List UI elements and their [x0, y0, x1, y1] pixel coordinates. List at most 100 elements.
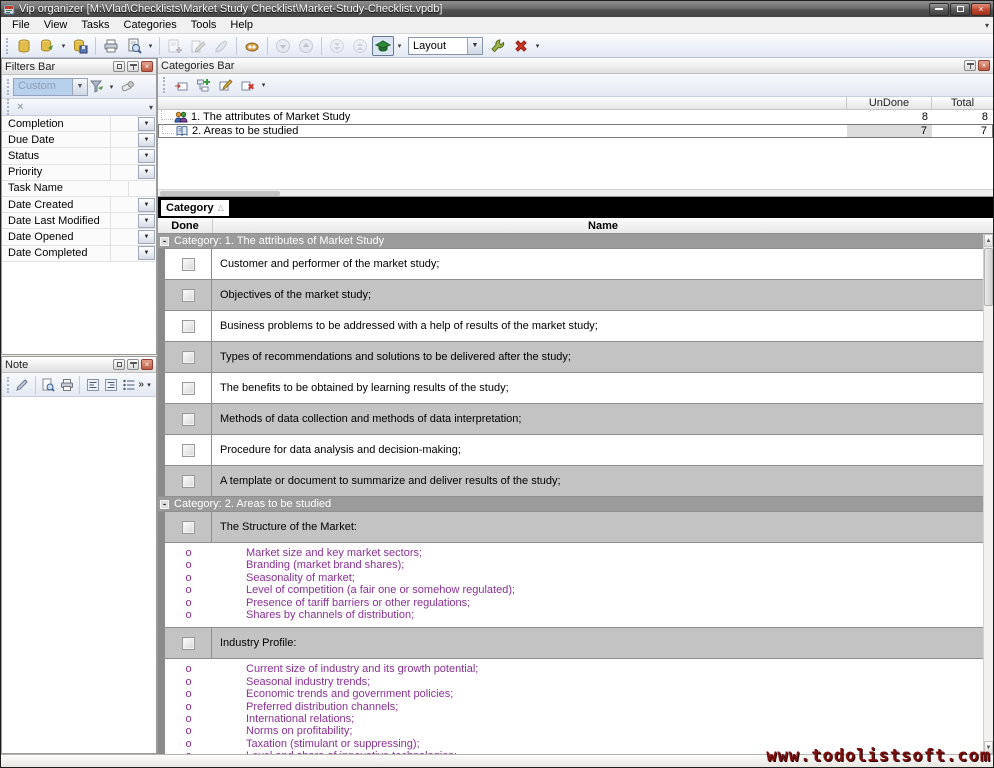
- save-database-button[interactable]: [69, 36, 91, 56]
- close-button[interactable]: ×: [971, 3, 991, 16]
- delete-layout-button[interactable]: [510, 36, 532, 56]
- categories-pin-button[interactable]: [964, 60, 976, 71]
- customize-layout-button[interactable]: [487, 36, 509, 56]
- apply-filter-button[interactable]: [88, 77, 107, 97]
- bullet-list-button[interactable]: [120, 375, 137, 395]
- task-checkbox[interactable]: [182, 444, 195, 457]
- task-row[interactable]: A template or document to summarize and …: [158, 466, 983, 497]
- clear-filter-button[interactable]: [116, 77, 138, 97]
- filter-dropdown-icon[interactable]: ▼: [138, 133, 155, 147]
- note-toolbar-overflow-icon[interactable]: »: [138, 379, 144, 390]
- restore-button[interactable]: [950, 3, 970, 16]
- task-row[interactable]: Customer and performer of the market stu…: [158, 249, 983, 280]
- menu-help[interactable]: Help: [223, 18, 260, 32]
- new-database-button[interactable]: [13, 36, 35, 56]
- task-row[interactable]: Procedure for data analysis and decision…: [158, 435, 983, 466]
- duplicate-task-button[interactable]: [210, 36, 232, 56]
- filter-dropdown-icon[interactable]: ▼: [138, 165, 155, 179]
- minimize-button[interactable]: [929, 3, 949, 16]
- task-row[interactable]: Objectives of the market study;: [158, 280, 983, 311]
- move-top-button[interactable]: [349, 36, 371, 56]
- task-checkbox[interactable]: [182, 289, 195, 302]
- group-by-category-button[interactable]: Category △: [161, 200, 229, 216]
- align-left-button[interactable]: [84, 375, 101, 395]
- new-category-button[interactable]: [171, 75, 191, 95]
- group-row-category-2[interactable]: - Category: 2. Areas to be studied: [158, 497, 983, 512]
- layout-combobox[interactable]: Layout ▼: [408, 37, 483, 55]
- menu-view[interactable]: View: [37, 18, 75, 32]
- open-database-button[interactable]: [36, 36, 58, 56]
- task-row[interactable]: The Structure of the Market:: [158, 512, 983, 543]
- task-row[interactable]: Industry Profile:: [158, 628, 983, 659]
- group-row-category-1[interactable]: - Category: 1. The attributes of Market …: [158, 234, 983, 249]
- task-checkbox[interactable]: [182, 320, 195, 333]
- layout-options-dropdown-icon[interactable]: ▾: [533, 42, 542, 50]
- task-checkbox[interactable]: [182, 351, 195, 364]
- filter-row-date-last-modified[interactable]: Date Last Modified ▼: [2, 213, 156, 229]
- filter-row-date-created[interactable]: Date Created ▼: [2, 197, 156, 213]
- new-subcategory-button[interactable]: [193, 75, 213, 95]
- filters-toolbar-options-icon[interactable]: ▾: [149, 103, 153, 112]
- filters-maximize-button[interactable]: [113, 61, 125, 72]
- edit-note-button[interactable]: [14, 375, 31, 395]
- layout-mode-dropdown-icon[interactable]: ▾: [395, 42, 404, 50]
- task-checkbox[interactable]: [182, 258, 195, 271]
- custom-filter-dropdown-icon[interactable]: ▼: [72, 79, 87, 95]
- menu-tools[interactable]: Tools: [184, 18, 224, 32]
- categories-toolbar-options-icon[interactable]: ▾: [259, 81, 268, 89]
- highlight-tasks-button[interactable]: [241, 36, 263, 56]
- filter-dropdown-icon[interactable]: ▼: [138, 117, 155, 131]
- print-dropdown-icon[interactable]: ▾: [146, 42, 155, 50]
- note-toolbar-options-icon[interactable]: ▾: [145, 381, 153, 389]
- filter-row-status[interactable]: Status ▼: [2, 148, 156, 164]
- task-grid-vertical-scrollbar[interactable]: ▲ ▼: [983, 234, 993, 754]
- print-button[interactable]: [100, 36, 122, 56]
- task-row[interactable]: The benefits to be obtained by learning …: [158, 373, 983, 404]
- filter-row-task-name[interactable]: Task Name: [2, 181, 156, 197]
- filter-dropdown-icon[interactable]: ▼: [138, 230, 155, 244]
- menubar-options-icon[interactable]: ▾: [985, 21, 993, 30]
- task-row[interactable]: Types of recommendations and solutions t…: [158, 342, 983, 373]
- collapse-icon[interactable]: -: [160, 237, 169, 246]
- note-maximize-button[interactable]: [113, 359, 125, 370]
- scroll-up-icon[interactable]: ▲: [984, 234, 993, 247]
- categories-horizontal-scrollbar[interactable]: [158, 189, 993, 196]
- move-down-button[interactable]: [272, 36, 294, 56]
- filter-dropdown-icon[interactable]: ▼: [138, 198, 155, 212]
- filter-dropdown-icon[interactable]: ▼: [138, 149, 155, 163]
- task-checkbox[interactable]: [182, 475, 195, 488]
- done-column-header[interactable]: Done: [158, 220, 212, 232]
- edit-task-button[interactable]: [187, 36, 209, 56]
- open-database-dropdown-icon[interactable]: ▾: [59, 42, 68, 50]
- filter-row-due-date[interactable]: Due Date ▼: [2, 132, 156, 148]
- undone-column-header[interactable]: UnDone: [846, 97, 931, 109]
- name-column-header[interactable]: Name: [213, 220, 993, 232]
- move-bottom-button[interactable]: [326, 36, 348, 56]
- note-pin-button[interactable]: [127, 359, 139, 370]
- align-right-button[interactable]: [102, 375, 119, 395]
- filters-close-button[interactable]: ×: [141, 61, 153, 72]
- note-print-button[interactable]: [58, 375, 75, 395]
- category-item-2[interactable]: 2. Areas to be studied 7 7: [158, 124, 993, 138]
- filter-dropdown-icon[interactable]: ▼: [138, 214, 155, 228]
- new-task-button[interactable]: [164, 36, 186, 56]
- apply-filter-dropdown-icon[interactable]: ▾: [107, 83, 116, 91]
- filter-row-date-opened[interactable]: Date Opened ▼: [2, 229, 156, 245]
- collapse-icon[interactable]: -: [160, 500, 169, 509]
- scrollbar-thumb[interactable]: [160, 191, 280, 196]
- total-column-header[interactable]: Total: [931, 97, 993, 109]
- menu-file[interactable]: File: [5, 18, 37, 32]
- category-item-1[interactable]: 1. The attributes of Market Study 8 8: [158, 110, 993, 124]
- custom-filter-select[interactable]: Custom ▼: [13, 78, 88, 96]
- delete-category-button[interactable]: [237, 75, 257, 95]
- task-row[interactable]: Business problems to be addressed with a…: [158, 311, 983, 342]
- print-preview-button[interactable]: [123, 36, 145, 56]
- note-close-button[interactable]: ×: [141, 359, 153, 370]
- note-preview-button[interactable]: [40, 375, 57, 395]
- layout-combobox-dropdown-icon[interactable]: ▼: [467, 38, 482, 54]
- layout-mode-button[interactable]: [372, 36, 394, 56]
- filters-pin-button[interactable]: [127, 61, 139, 72]
- task-checkbox[interactable]: [182, 637, 195, 650]
- task-checkbox[interactable]: [182, 521, 195, 534]
- filter-row-priority[interactable]: Priority ▼: [2, 165, 156, 181]
